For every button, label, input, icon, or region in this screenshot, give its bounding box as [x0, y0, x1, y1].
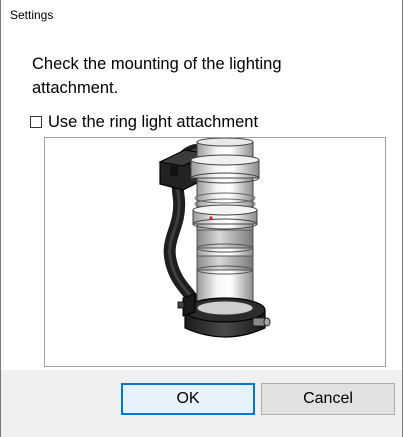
ring-light-checkbox-label[interactable]: Use the ring light attachment	[48, 113, 258, 132]
microscope-ring-light-illustration	[158, 137, 271, 338]
button-bar: OK Cancel	[1, 370, 402, 437]
ring-light-checkbox-row[interactable]: Use the ring light attachment	[30, 111, 258, 133]
ring-light-checkbox[interactable]	[30, 116, 42, 128]
window-title: Settings	[10, 8, 54, 22]
cancel-button[interactable]: Cancel	[261, 383, 395, 415]
ok-button[interactable]: OK	[121, 383, 255, 415]
settings-dialog: Settings Check the mounting of the light…	[0, 0, 403, 437]
title-bar[interactable]: Settings	[1, 0, 402, 30]
instruction-message: Check the mounting of the lighting attac…	[32, 55, 282, 97]
attachment-illustration-frame	[44, 137, 386, 367]
